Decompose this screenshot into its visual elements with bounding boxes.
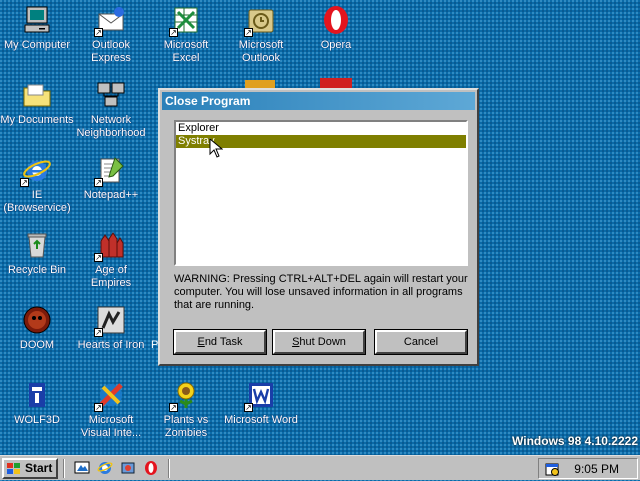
computer-icon xyxy=(21,4,53,36)
desktop-icon-my-documents[interactable]: My Documents xyxy=(0,77,74,149)
windows-logo-icon xyxy=(6,462,22,476)
end-task-mnemonic: E xyxy=(197,336,205,348)
shortcut-arrow-icon: ↗ xyxy=(244,28,253,37)
desktop-icon-label: DOOM xyxy=(19,339,55,351)
dialog-title[interactable]: Close Program xyxy=(162,92,475,110)
desktop-icon-label: Notepad++ xyxy=(83,189,139,201)
close-program-dialog: Close Program Explorer Systray WARNING: … xyxy=(158,88,479,366)
taskbar-divider xyxy=(63,459,65,478)
desktop-icon-label: Age of Empires xyxy=(90,264,132,289)
shortcut-arrow-icon: ↗ xyxy=(169,28,178,37)
shortcut-arrow-icon: ↗ xyxy=(169,403,178,412)
warning-text: WARNING: Pressing CTRL+ALT+DEL again wil… xyxy=(174,273,468,311)
desktop-icon-label: Hearts of Iron xyxy=(77,339,145,351)
desktop-icon-doom[interactable]: DOOM xyxy=(0,302,74,374)
desktop-icon-ie[interactable]: ↗ IE (Browservice) xyxy=(0,152,74,224)
channels-icon[interactable] xyxy=(120,460,136,476)
desktop-icon-label: My Documents xyxy=(0,114,74,126)
shortcut-arrow-icon: ↗ xyxy=(94,403,103,412)
opera-icon xyxy=(320,4,352,36)
desktop-icon-label: Microsoft Outlook xyxy=(238,39,284,64)
plants-vs-zombies-icon: ↗ xyxy=(169,379,202,412)
shortcut-arrow-icon: ↗ xyxy=(94,178,103,187)
shortcut-arrow-icon: ↗ xyxy=(244,403,253,412)
scheduler-icon[interactable] xyxy=(544,461,560,477)
desktop-icon-label: Plants vs Zombies xyxy=(163,414,209,439)
windows-version-text: Windows 98 4.10.2222 xyxy=(512,434,638,448)
start-button[interactable]: Start xyxy=(2,458,58,479)
shortcut-arrow-icon: ↗ xyxy=(94,253,103,262)
shut-down-button[interactable]: Shut Down xyxy=(272,329,366,355)
desktop-icon-network-neighborhood[interactable]: Network Neighborhood xyxy=(74,77,148,149)
network-icon xyxy=(95,79,127,111)
opera-icon[interactable] xyxy=(143,460,159,476)
mouse-cursor-icon xyxy=(209,137,224,158)
desktop-icon-wolf3d[interactable]: WOLF3D xyxy=(0,377,74,449)
desktop-icon-age-of-empires[interactable]: ↗ Age of Empires xyxy=(74,227,148,299)
show-desktop-icon[interactable] xyxy=(74,460,90,476)
excel-icon: ↗ xyxy=(169,4,202,37)
desktop-icon-hearts-of-iron[interactable]: ↗ Hearts of Iron xyxy=(74,302,148,374)
desktop-icon-plants-vs-zombies[interactable]: ↗ Plants vs Zombies xyxy=(149,377,223,449)
desktop-icon-my-computer[interactable]: My Computer xyxy=(0,2,74,74)
desktop-icon-label: Outlook Express xyxy=(91,39,131,64)
desktop-icon-label: Network Neighborhood xyxy=(76,114,146,139)
age-of-empires-icon: ↗ xyxy=(94,229,127,262)
desktop-icon-recycle-bin[interactable]: Recycle Bin xyxy=(0,227,74,299)
wolf3d-icon xyxy=(21,379,53,411)
desktop-icon-outlook-express[interactable]: ↗ Outlook Express xyxy=(74,2,148,74)
desktop-icon-label: Opera xyxy=(320,39,352,51)
desktop-icon-opera[interactable]: Opera xyxy=(299,2,373,74)
desktop-icon-word[interactable]: ↗ Microsoft Word xyxy=(224,377,298,449)
desktop-icon-label: My Computer xyxy=(3,39,71,51)
shortcut-arrow-icon: ↗ xyxy=(94,328,103,337)
desktop-icon-label: Microsoft Visual Inte... xyxy=(80,414,142,439)
desktop-icon-notepadpp[interactable]: ↗ Notepad++ xyxy=(74,152,148,224)
doom-icon xyxy=(21,304,53,336)
hearts-of-iron-icon: ↗ xyxy=(94,304,127,337)
start-label: Start xyxy=(25,461,53,475)
recycle-bin-icon xyxy=(21,229,53,261)
system-tray: 9:05 PM xyxy=(538,458,638,479)
outlook-express-icon: ↗ xyxy=(94,4,127,37)
shut-down-label: hut Down xyxy=(299,336,346,348)
folder-icon xyxy=(21,79,53,111)
taskbar: Start 9:05 PM xyxy=(0,455,640,480)
shortcut-arrow-icon: ↗ xyxy=(94,28,103,37)
notepad-icon: ↗ xyxy=(94,154,127,187)
end-task-label: nd Task xyxy=(204,336,243,348)
desktop-icon-outlook[interactable]: ↗ Microsoft Outlook xyxy=(224,2,298,74)
desktop-icon-label: IE (Browservice) xyxy=(3,189,71,214)
ie-icon[interactable] xyxy=(97,460,113,476)
desktop-icon-label: Microsoft Word xyxy=(224,414,298,426)
desktop-icon-label: Microsoft Excel xyxy=(163,39,209,64)
desktop-icon-label: Recycle Bin xyxy=(7,264,67,276)
outlook-icon: ↗ xyxy=(244,4,277,37)
taskbar-divider xyxy=(168,459,170,478)
list-item-explorer[interactable]: Explorer xyxy=(176,122,466,135)
clock[interactable]: 9:05 PM xyxy=(574,462,619,476)
desktop-icon-visual-interdev[interactable]: ↗ Microsoft Visual Inte... xyxy=(74,377,148,449)
visual-interdev-icon: ↗ xyxy=(94,379,127,412)
desktop-icon-excel[interactable]: ↗ Microsoft Excel xyxy=(149,2,223,74)
ie-icon: ↗ xyxy=(20,154,53,187)
shortcut-arrow-icon: ↗ xyxy=(20,178,29,187)
word-icon: ↗ xyxy=(244,379,277,412)
desktop-icon-label: WOLF3D xyxy=(14,414,60,426)
cancel-button[interactable]: Cancel xyxy=(374,329,468,355)
end-task-button[interactable]: End Task xyxy=(173,329,267,355)
